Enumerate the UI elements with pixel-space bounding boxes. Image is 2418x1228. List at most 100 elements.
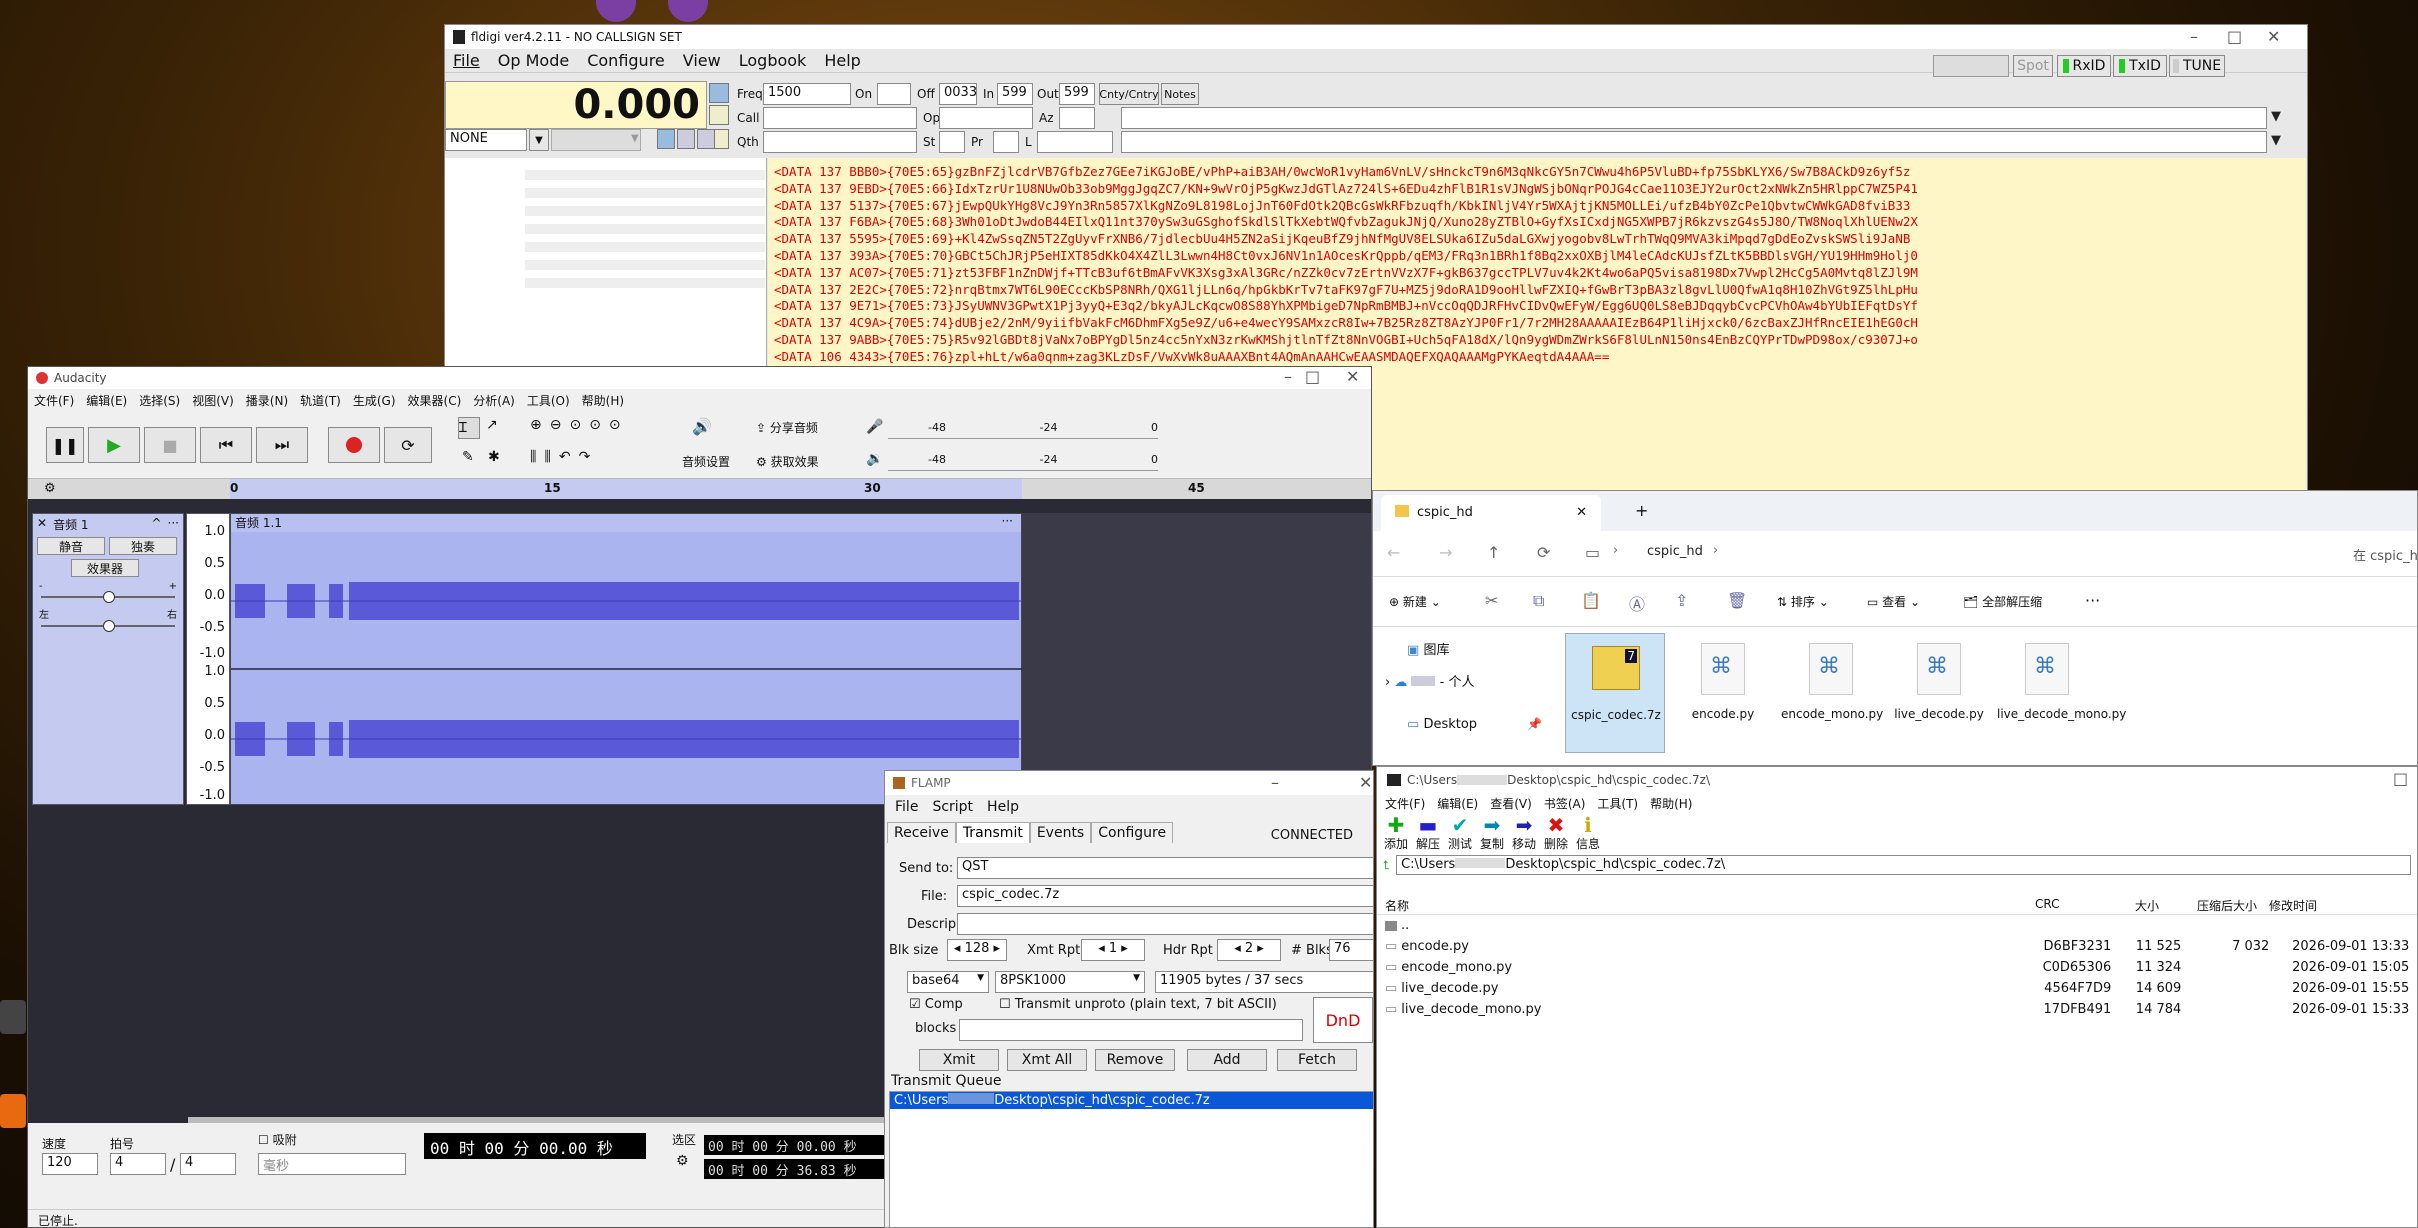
track-vertical-ruler[interactable]: 1.0 0.5 0.0 -0.5 -1.0 1.0 0.5 0.0 -0.5 -… — [186, 513, 230, 805]
menu-logbook[interactable]: Logbook — [739, 51, 807, 70]
minimize-button[interactable]: – — [1271, 773, 1279, 792]
menu-file[interactable]: 文件(F) — [1385, 795, 1425, 811]
az-field[interactable] — [1059, 107, 1095, 129]
time-display[interactable]: 00 时 00 分 00.00 秒 — [424, 1133, 646, 1159]
col-size[interactable]: 大小 — [2135, 897, 2159, 914]
speaker-icon[interactable]: 🔊 — [692, 417, 712, 436]
gain-slider[interactable] — [41, 591, 175, 603]
file-item[interactable]: ⌘ live_decode.py — [1889, 633, 1989, 753]
remove-button[interactable]: Remove — [1095, 1049, 1175, 1071]
rst-out-field[interactable]: 599 — [1059, 83, 1095, 105]
locator-field[interactable] — [1037, 131, 1113, 153]
up-icon[interactable]: ↑ — [1487, 543, 1500, 562]
xmt-all-button[interactable]: Xmt All — [1007, 1049, 1087, 1071]
forward-icon[interactable]: → — [1439, 543, 1452, 562]
copy-icon[interactable]: ⧉ — [1533, 591, 1544, 611]
desktop-app-icon[interactable] — [0, 1094, 26, 1128]
info-button[interactable]: ℹ 信息 — [1575, 815, 1601, 851]
more-icon[interactable]: ··· — [168, 516, 179, 533]
txid-button[interactable]: TxID — [2113, 55, 2167, 77]
selection-start[interactable]: 00 时 00 分 00.00 秒 — [704, 1135, 886, 1155]
test-button[interactable]: ✔ 测试 — [1447, 815, 1473, 851]
table-row[interactable]: ▭ live_decode.py 4564F7D9 14 609 2026-09-… — [1385, 978, 2417, 999]
desktop-app-icon[interactable] — [596, 0, 636, 22]
qth-field[interactable] — [763, 131, 917, 153]
menu-help[interactable]: 帮助(H) — [1650, 795, 1692, 811]
cut-icon[interactable]: ✂ — [1485, 591, 1498, 610]
col-name[interactable]: 名称 — [1385, 897, 1409, 914]
menu-select[interactable]: 选择(S) — [139, 392, 180, 409]
zoom-tools-icons[interactable]: ⊕⊖⊙⊙⊙ — [530, 417, 629, 433]
menu-generate[interactable]: 生成(G) — [353, 392, 396, 409]
edit-tools-icons[interactable]: ⫼⫼↶↷ — [530, 449, 598, 465]
call-field[interactable] — [763, 107, 917, 129]
delete-button[interactable]: ✖ 删除 — [1543, 815, 1569, 851]
col-modified[interactable]: 修改时间 — [2269, 897, 2317, 914]
menu-file[interactable]: File — [453, 51, 480, 70]
clip-header[interactable]: 音频 1.1 ··· — [231, 514, 1021, 532]
desktop-app-icon[interactable] — [668, 0, 708, 22]
monitor-icon[interactable]: ▭ — [1585, 543, 1600, 562]
modem-select[interactable]: 8PSK1000 ▼ — [995, 971, 1145, 993]
cnty-button[interactable]: Cnty/Cntry — [1099, 83, 1159, 105]
address-bar[interactable]: C:\Users Desktop\cspic_hd\cspic_codec.7z\ — [1396, 855, 2411, 875]
sort-button[interactable]: ⇅ 排序 ⌄ — [1777, 593, 1829, 610]
band-select[interactable] — [551, 129, 641, 151]
effects-button[interactable]: 效果器 — [71, 559, 139, 577]
frequency-display[interactable]: 0.000 — [445, 81, 707, 129]
table-row[interactable]: ▭ live_decode_mono.py 17DFB491 14 784 202… — [1385, 999, 2417, 1020]
draw-tool-icon[interactable]: ✎ — [462, 449, 474, 465]
envelope-tool-icon[interactable]: ↗ — [486, 417, 498, 433]
col-packed[interactable]: 压缩后大小 — [2197, 897, 2257, 914]
stop-button[interactable]: ■ — [144, 427, 196, 463]
desktop-app-icon[interactable] — [0, 1000, 26, 1034]
skip-end-button[interactable]: ⏭ — [256, 427, 308, 463]
view-button[interactable]: ▭ 查看 ⌄ — [1867, 593, 1920, 610]
tab-receive[interactable]: Receive — [887, 822, 956, 843]
on-field[interactable] — [877, 83, 911, 105]
slider-knob[interactable] — [103, 620, 115, 632]
back-icon[interactable]: ← — [1387, 543, 1400, 562]
blocks-field[interactable] — [959, 1019, 1303, 1041]
move-button[interactable]: ➡ 移动 — [1511, 815, 1537, 851]
menu-edit[interactable]: 编辑(E) — [1437, 795, 1478, 811]
nav-personal[interactable]: › ☁ - 个人 — [1385, 671, 1474, 690]
copy-button[interactable]: ➡ 复制 — [1479, 815, 1505, 851]
new-button[interactable]: ⊕ 新建 ⌄ — [1389, 593, 1441, 610]
loop-button[interactable]: ⟳ — [384, 427, 432, 463]
maximize-button[interactable]: □ — [1305, 367, 1320, 386]
freq-field[interactable]: 1500 — [763, 83, 851, 105]
pin-icon[interactable]: 📌 — [1527, 717, 1542, 731]
tempo-field[interactable]: 120 — [42, 1153, 98, 1175]
delete-icon[interactable]: 🗑 — [1727, 591, 1747, 610]
menu-op-mode[interactable]: Op Mode — [498, 51, 569, 70]
list-item[interactable]: .. — [1385, 915, 2417, 936]
unproto-checkbox[interactable]: ☐ Transmit unproto (plain text, 7 bit AS… — [999, 997, 1277, 1012]
menu-view[interactable]: 查看(V) — [1490, 795, 1532, 811]
record-button[interactable] — [328, 427, 380, 463]
menu-view[interactable]: View — [683, 51, 721, 70]
file-item[interactable]: ⌘ encode_mono.py — [1781, 633, 1883, 753]
maximize-button[interactable]: □ — [2227, 27, 2242, 46]
mode-select[interactable]: NONE — [445, 129, 527, 151]
menu-help[interactable]: Help — [824, 51, 860, 70]
tune-button[interactable]: TUNE — [2169, 55, 2225, 77]
get-effects-button[interactable]: ⚙ 获取效果 — [756, 453, 819, 470]
more-icon[interactable]: ··· — [1002, 514, 1013, 532]
menu-help[interactable]: 帮助(H) — [582, 392, 624, 409]
off-field[interactable]: 0033 — [939, 83, 977, 105]
pause-button[interactable]: ❚❚ — [46, 427, 84, 463]
file-field[interactable]: cspic_codec.7z — [957, 885, 1373, 907]
xmit-button[interactable]: Xmit — [919, 1049, 999, 1071]
rst-in-field[interactable]: 599 — [997, 83, 1033, 105]
xmt-rpt-spinner[interactable]: ◂ 1 ▸ — [1081, 939, 1145, 961]
rxid-button[interactable]: RxID — [2057, 55, 2111, 77]
menu-transport[interactable]: 播录(N) — [246, 392, 288, 409]
breadcrumb[interactable]: cspic_hd — [1647, 544, 1703, 559]
send-to-field[interactable]: QST — [957, 857, 1373, 879]
qsy-icon[interactable] — [709, 83, 729, 103]
minimize-button[interactable]: – — [2190, 27, 2198, 46]
menu-configure[interactable]: Configure — [587, 51, 665, 70]
solo-button[interactable]: 独奏 — [109, 537, 177, 555]
description-field[interactable] — [957, 913, 1373, 935]
